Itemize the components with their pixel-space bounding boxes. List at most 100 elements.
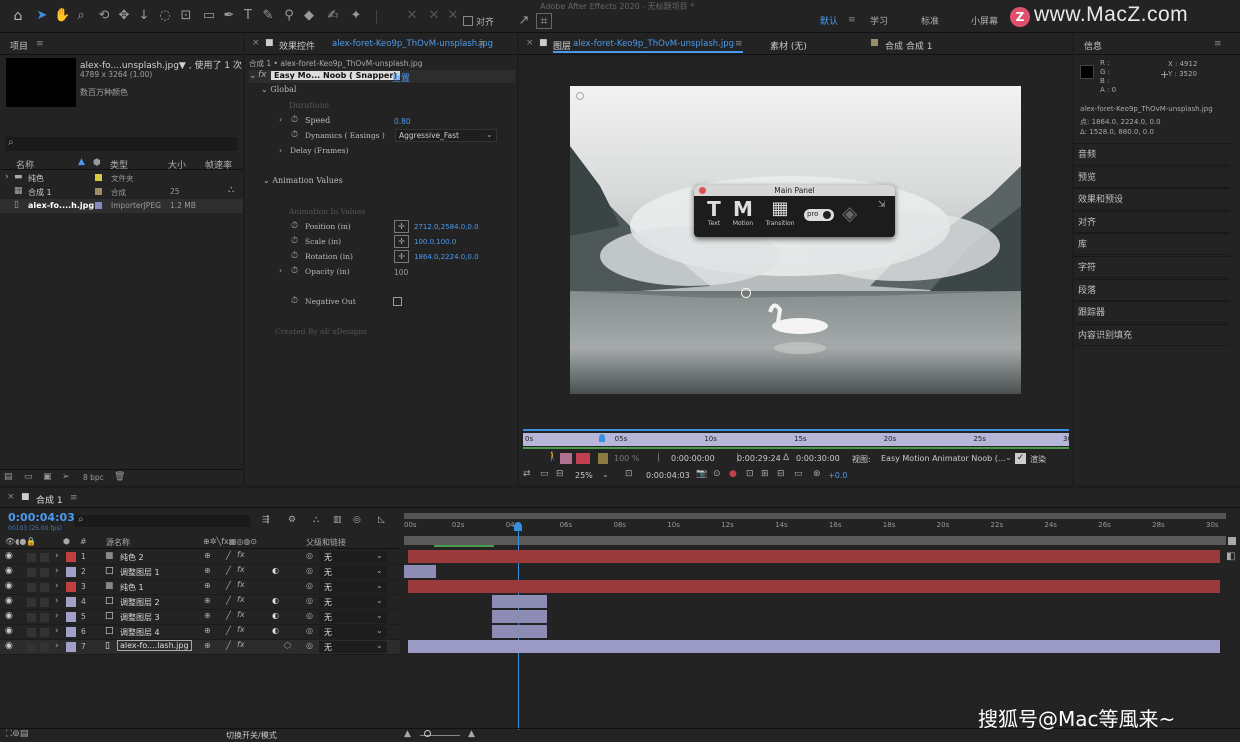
zoom-in-icon[interactable]: ▲	[468, 729, 475, 739]
pickwhip-icon[interactable]: ◎	[306, 641, 313, 650]
col-type[interactable]: 类型	[110, 158, 128, 171]
transition-button[interactable]: ▦ Transition	[762, 198, 798, 227]
info-section-item[interactable]: 段落	[1074, 278, 1230, 301]
layer-row[interactable]: ◉ › 2 □ 调整图层 1 ⊕ ╱ fx ◐ ◎ 无 ⌄	[0, 565, 400, 580]
timeline-lock-icon[interactable]: ■	[21, 492, 30, 502]
quality-icon[interactable]: ╱	[226, 611, 231, 620]
project-item-expand-icon[interactable]: ›	[5, 172, 9, 182]
workspace-small-screen[interactable]: 小屏幕	[971, 14, 998, 27]
layer-name[interactable]: alex-fo....lash.jpg	[117, 640, 192, 651]
solo-toggle[interactable]	[27, 553, 36, 562]
shy-icon[interactable]: ⊕	[204, 611, 211, 620]
snapshot-icon[interactable]: 📷	[696, 469, 707, 479]
col-size[interactable]: 大小	[168, 158, 186, 171]
duration[interactable]: 0:00:30:00	[796, 454, 840, 463]
layer-name[interactable]: 纯色 2	[120, 552, 144, 563]
opacity-expand-icon[interactable]: ›	[279, 266, 282, 275]
eye-icon[interactable]: ◉	[5, 551, 13, 561]
timeline-menu-icon[interactable]: ≡	[70, 493, 78, 503]
quality-icon[interactable]: ╱	[226, 626, 231, 635]
dolly-camera-icon[interactable]: ↓	[136, 8, 152, 24]
pixel-aspect-icon[interactable]: ▭	[794, 469, 803, 479]
brush-tool-icon[interactable]: ✎	[260, 8, 276, 24]
layer-name[interactable]: 调整图层 2	[120, 597, 160, 608]
layer-row[interactable]: ◉ › 7 ▯ alex-fo....lash.jpg ⊕ ╱ fx ⬡ ◎ 无 ⌄	[0, 640, 400, 655]
fx-switch-icon[interactable]: fx	[237, 610, 245, 619]
run-icon[interactable]: 🚶	[547, 452, 558, 462]
new-comp-icon[interactable]: ▣	[43, 472, 52, 482]
project-item-label-color[interactable]	[95, 202, 102, 209]
eye-icon[interactable]: ◉	[5, 581, 13, 591]
pickwhip-icon[interactable]: ◎	[306, 581, 313, 590]
project-menu-icon[interactable]: ≡	[36, 39, 44, 49]
label-tag-icon[interactable]: ⬢	[93, 158, 101, 168]
eye-icon[interactable]: ◉	[5, 626, 13, 636]
tl-comp-flow-icon[interactable]: ⇶	[262, 515, 270, 525]
bpc-label[interactable]: 8 bpc	[83, 473, 104, 482]
pickwhip-icon[interactable]: ◎	[306, 551, 313, 560]
speed-stopwatch-icon[interactable]: ⏱	[291, 115, 298, 125]
tl-draft3d-icon[interactable]: ⚙	[288, 515, 296, 525]
time-in[interactable]: 0:00:00:00	[671, 454, 715, 463]
lock-toggle[interactable]	[40, 568, 49, 577]
guides-icon[interactable]: ⊟	[777, 469, 785, 479]
scale-stopwatch-icon[interactable]: ⏱	[291, 236, 298, 246]
footer-icons[interactable]: ⛶⊚▤	[6, 729, 28, 739]
adjustment-layer-icon[interactable]: ◐	[272, 566, 279, 575]
adjustment-layer-icon[interactable]: ◐	[272, 596, 279, 605]
orbit-camera-icon[interactable]: ⟲	[96, 8, 112, 24]
pan-behind-icon[interactable]: ◌	[157, 8, 173, 24]
channel-icon[interactable]: ●	[729, 469, 737, 479]
effect-name[interactable]: Easy Mo... Noob ( Snapper)	[271, 71, 400, 80]
anchor-tool-icon[interactable]: ⊡	[178, 8, 194, 24]
col-name[interactable]: 名称	[16, 158, 34, 171]
scale-value[interactable]: 100.0,100.0	[414, 238, 456, 246]
exposure-reset-icon[interactable]: ⊛	[813, 469, 821, 479]
position-stopwatch-icon[interactable]: ⏱	[291, 221, 298, 231]
anchor-point-icon[interactable]	[741, 288, 751, 298]
negative-stopwatch-icon[interactable]: ⏱	[291, 296, 298, 306]
solo-toggle[interactable]	[27, 643, 36, 652]
project-search-input[interactable]: ⌕	[5, 137, 237, 151]
layer-expand-icon[interactable]: ›	[55, 581, 59, 591]
dynamics-select[interactable]: Aggressive_Fast ⌄	[395, 129, 497, 142]
home-icon[interactable]: ⌂	[10, 8, 26, 24]
workspace-menu-icon[interactable]: ≡	[848, 15, 856, 25]
view-select[interactable]: Easy Motion Animator Noob (...	[881, 454, 1006, 463]
current-time[interactable]: 0:00:04:03	[646, 471, 690, 480]
eye-icon[interactable]: ◉	[5, 611, 13, 621]
shy-icon[interactable]: ⊕	[204, 581, 211, 590]
layer-track-bar[interactable]	[408, 640, 1220, 653]
pickwhip-icon[interactable]: ◎	[306, 626, 313, 635]
pan-camera-icon[interactable]: ✥	[116, 8, 132, 24]
time-out[interactable]: 0:00:29:24	[737, 454, 781, 463]
layer-track-bar[interactable]	[404, 565, 436, 578]
roto-brush-icon[interactable]: ✍	[325, 8, 341, 24]
layer-row[interactable]: ◉ › 1 ■ 纯色 2 ⊕ ╱ fx ◎ 无 ⌄	[0, 550, 400, 565]
layer-expand-icon[interactable]: ›	[55, 551, 59, 561]
3d-layer-icon[interactable]: ⬡	[284, 641, 291, 650]
viewer-menu-icon[interactable]: ≡	[735, 39, 743, 49]
fit-icon[interactable]: ⊡	[625, 469, 633, 479]
layer-label-color[interactable]	[66, 627, 76, 637]
info-section-item[interactable]: 效果和预设	[1074, 188, 1230, 211]
layer-row[interactable]: ◉ › 6 □ 调整图层 4 ⊕ ╱ fx ◐ ◎ 无 ⌄	[0, 625, 400, 640]
viewer-playhead[interactable]	[599, 434, 605, 442]
opacity-value[interactable]: 100	[394, 268, 408, 277]
layer-track-bar[interactable]	[408, 550, 1220, 563]
navigator-bar[interactable]	[404, 513, 1226, 519]
quality-icon[interactable]: ╱	[226, 641, 231, 650]
workspace-default[interactable]: 默认	[820, 14, 838, 27]
pen-tool-icon[interactable]: ✒	[221, 8, 237, 24]
layer-label-color[interactable]	[66, 567, 76, 577]
fx-switch-icon[interactable]: fx	[237, 565, 245, 574]
settings-icon[interactable]: ⇲	[878, 200, 886, 210]
layer-label-color[interactable]	[66, 582, 76, 592]
delay-expand-icon[interactable]: ›	[279, 146, 282, 155]
layer-label-color[interactable]	[66, 642, 76, 652]
main-panel-window[interactable]: Main Panel T Text M Motion ▦ Transition …	[694, 185, 895, 237]
timeline-close-icon[interactable]: ×	[7, 492, 15, 502]
snapping-icon[interactable]: ⌗	[536, 13, 552, 29]
info-section-item[interactable]: 对齐	[1074, 210, 1230, 233]
info-menu-icon[interactable]: ≡	[1214, 39, 1222, 49]
